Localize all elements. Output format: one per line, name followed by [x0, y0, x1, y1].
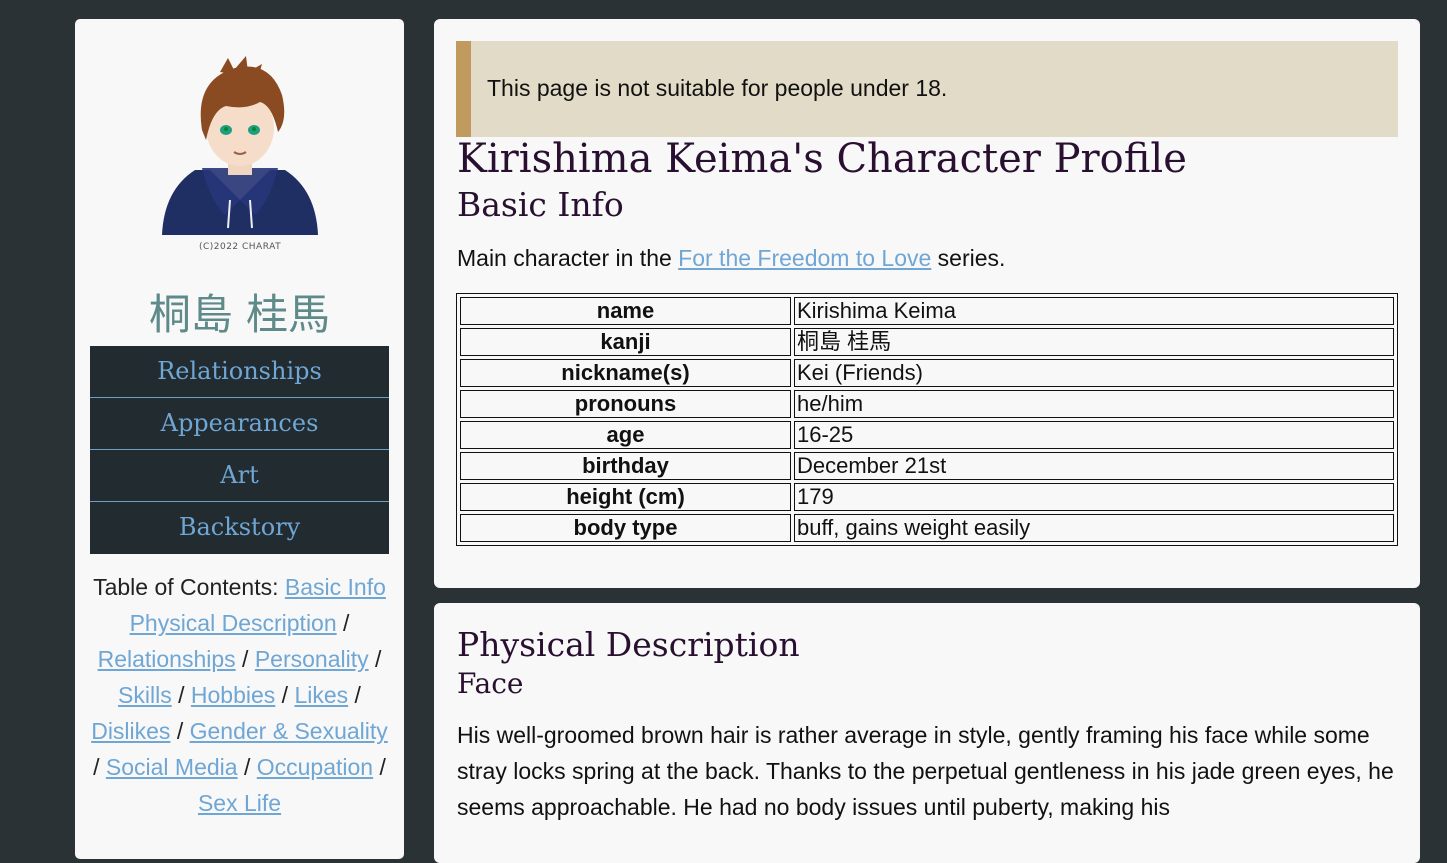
- avatar-caption: (C)2022 CHARAT: [198, 242, 282, 252]
- row-value: 桐島 桂馬: [794, 328, 1394, 356]
- physical-description-heading: Physical Description: [457, 625, 800, 664]
- nav-backstory[interactable]: Backstory: [90, 502, 389, 554]
- row-value: 16-25: [794, 421, 1394, 449]
- basic-info-heading: Basic Info: [457, 185, 624, 224]
- nav-appearances[interactable]: Appearances: [90, 398, 389, 450]
- physical-description-card: Physical Description Face His well-groom…: [434, 603, 1420, 863]
- row-key: birthday: [460, 452, 791, 480]
- nav-relationships[interactable]: Relationships: [90, 346, 389, 398]
- row-key: age: [460, 421, 791, 449]
- table-row: age 16-25: [460, 421, 1394, 449]
- table-row: body type buff, gains weight easily: [460, 514, 1394, 542]
- row-key: body type: [460, 514, 791, 542]
- toc-label: Table of Contents:: [93, 574, 279, 600]
- toc-link-sex-life[interactable]: Sex Life: [198, 790, 281, 816]
- series-link[interactable]: For the Freedom to Love: [678, 245, 931, 271]
- row-value: December 21st: [794, 452, 1394, 480]
- row-value: 179: [794, 483, 1394, 511]
- basic-info-table: name Kirishima Keima kanji 桐島 桂馬 nickname(…: [456, 293, 1398, 546]
- sidebar-nav: Relationships Appearances Art Backstory: [90, 346, 389, 554]
- toc-link-social-media[interactable]: Social Media: [106, 754, 238, 780]
- row-value: he/him: [794, 390, 1394, 418]
- toc-link-physical-description[interactable]: Physical Description: [130, 610, 337, 636]
- table-row: pronouns he/him: [460, 390, 1394, 418]
- row-key: name: [460, 297, 791, 325]
- intro-before: Main character in the: [457, 245, 679, 271]
- table-row: birthday December 21st: [460, 452, 1394, 480]
- toc-link-relationships[interactable]: Relationships: [98, 646, 236, 672]
- sidebar-kanji-name: 桐島 桂馬: [148, 290, 331, 339]
- nav-art[interactable]: Art: [90, 450, 389, 502]
- table-row: kanji 桐島 桂馬: [460, 328, 1394, 356]
- character-portrait-icon: [162, 56, 318, 235]
- row-key: height (cm): [460, 483, 791, 511]
- age-warning-text: This page is not suitable for people und…: [487, 75, 948, 101]
- row-key: pronouns: [460, 390, 791, 418]
- row-value: Kei (Friends): [794, 359, 1394, 387]
- intro-text: Main character in the For the Freedom to…: [457, 245, 1005, 272]
- age-warning-banner: This page is not suitable for people und…: [456, 41, 1398, 137]
- toc-link-gender-sexuality[interactable]: Gender & Sexuality: [190, 718, 388, 744]
- table-row: height (cm) 179: [460, 483, 1394, 511]
- toc-link-likes[interactable]: Likes: [294, 682, 348, 708]
- avatar: (C)2022 CHARAT: [150, 50, 330, 260]
- row-value: Kirishima Keima: [794, 297, 1394, 325]
- toc-link-occupation[interactable]: Occupation: [257, 754, 373, 780]
- row-value: buff, gains weight easily: [794, 514, 1394, 542]
- row-key: kanji: [460, 328, 791, 356]
- basic-info-card: This page is not suitable for people und…: [434, 19, 1420, 588]
- face-paragraph: His well-groomed brown hair is rather av…: [457, 722, 1394, 820]
- toc-link-personality[interactable]: Personality: [255, 646, 369, 672]
- toc-link-dislikes[interactable]: Dislikes: [91, 718, 170, 744]
- toc-link-skills[interactable]: Skills: [118, 682, 172, 708]
- row-key: nickname(s): [460, 359, 791, 387]
- intro-after: series.: [931, 245, 1006, 271]
- face-heading: Face: [457, 667, 524, 700]
- page-title: Kirishima Keima's Character Profile: [457, 136, 1187, 182]
- table-row: name Kirishima Keima: [460, 297, 1394, 325]
- toc-link-hobbies[interactable]: Hobbies: [191, 682, 275, 708]
- table-of-contents: Table of Contents: Basic Info Physical D…: [91, 574, 388, 816]
- table-row: nickname(s) Kei (Friends): [460, 359, 1394, 387]
- toc-link-basic-info[interactable]: Basic Info: [285, 574, 386, 600]
